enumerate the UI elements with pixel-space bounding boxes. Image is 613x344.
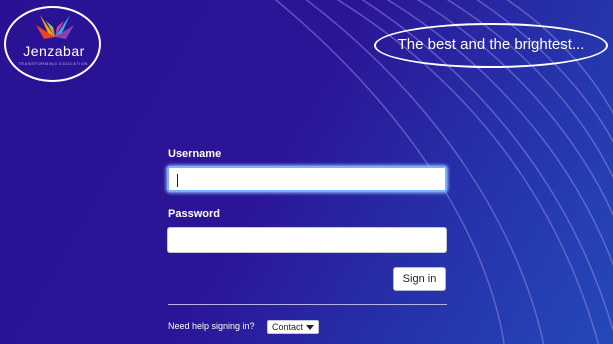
butterfly-icon	[36, 15, 74, 39]
sign-in-button[interactable]: Sign in	[393, 267, 446, 291]
help-text: Need help signing in?	[168, 321, 255, 331]
brand-name: Jenzabar	[23, 43, 85, 59]
brand-tagline-small: TRANSFORMING EDUCATION	[17, 61, 88, 66]
tagline: The best and the brightest...	[397, 36, 585, 53]
contact-label: Contact	[272, 322, 304, 332]
username-label: Username	[168, 148, 222, 160]
contact-dropdown[interactable]: Contact	[267, 320, 320, 334]
text-caret	[177, 174, 178, 187]
password-label: Password	[168, 208, 220, 220]
divider	[168, 304, 447, 305]
chevron-down-icon	[306, 324, 315, 330]
username-input[interactable]	[167, 166, 447, 192]
password-input[interactable]	[167, 227, 447, 253]
